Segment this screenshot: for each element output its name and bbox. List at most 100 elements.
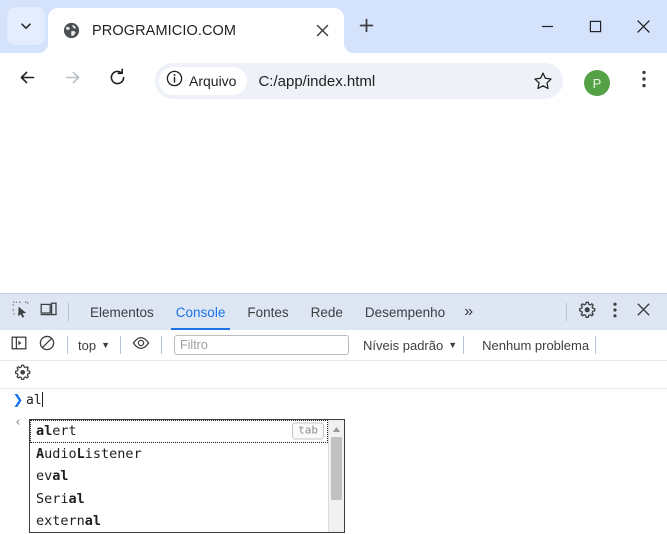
- scrollbar-thumb[interactable]: [331, 437, 342, 500]
- devtools-tab-desempenho[interactable]: Desempenho: [354, 294, 456, 330]
- tab-strip: PROGRAMICIO.COM: [0, 0, 667, 53]
- console-filter-input[interactable]: [174, 335, 349, 355]
- console-sidebar-toggle[interactable]: [5, 331, 33, 359]
- clear-console-button[interactable]: [33, 331, 61, 359]
- autocomplete-item[interactable]: alert tab: [30, 420, 328, 443]
- browser-menu-button[interactable]: [628, 65, 660, 97]
- item-text: eval: [36, 468, 69, 485]
- reload-button[interactable]: [99, 62, 135, 98]
- prompt-value: al: [26, 393, 42, 408]
- tab-hint-badge: tab: [292, 422, 324, 440]
- divider: [161, 336, 162, 354]
- bookmark-star-icon[interactable]: [529, 67, 557, 95]
- devtools-header: Elementos Console Fontes Rede Desempenho…: [0, 294, 667, 330]
- autocomplete-item[interactable]: AudioListener: [30, 443, 328, 466]
- prompt-arrow-icon: ❯: [12, 392, 24, 408]
- levels-label: Níveis padrão: [363, 337, 444, 353]
- tab-label: Console: [175, 304, 226, 320]
- back-button[interactable]: [9, 62, 45, 98]
- url-text[interactable]: C:/app/index.html: [258, 73, 529, 90]
- clear-console-icon: [39, 335, 55, 356]
- issues-label: Nenhum problema: [482, 337, 590, 353]
- window-controls: [523, 0, 667, 53]
- autocomplete-list: alert tab AudioListener eval Serial exte…: [30, 420, 328, 532]
- text-caret: [41, 392, 43, 407]
- tab-title: PROGRAMICIO.COM: [92, 22, 237, 39]
- device-toolbar-button[interactable]: [34, 298, 62, 326]
- tab-label: Rede: [310, 304, 343, 320]
- devtools-tab-fontes[interactable]: Fontes: [236, 294, 299, 330]
- live-expression-icon: [132, 334, 150, 357]
- console-settings-button[interactable]: [8, 361, 36, 389]
- tab-notch-right: [344, 43, 354, 53]
- browser-toolbar: Arquivo C:/app/index.html P: [0, 53, 667, 107]
- devtools-tab-elementos[interactable]: Elementos: [79, 294, 165, 330]
- new-tab-button[interactable]: [350, 12, 382, 44]
- close-window-button[interactable]: [619, 5, 667, 49]
- tab-label: Fontes: [247, 304, 289, 320]
- item-text: alert: [36, 423, 77, 440]
- tab-label: Elementos: [90, 304, 154, 320]
- chevron-down-icon: [19, 19, 33, 33]
- plus-icon: [359, 18, 374, 38]
- item-text: Serial: [36, 490, 85, 507]
- divider: [67, 336, 68, 354]
- console-prompt-row[interactable]: ❯ al: [0, 389, 667, 411]
- divider: [120, 336, 121, 354]
- devtools-close-button[interactable]: [629, 298, 657, 326]
- device-toolbar-icon: [40, 301, 57, 323]
- browser-window: PROGRAMICIO.COM Arquivo C:/app/index.htm…: [0, 0, 667, 534]
- autocomplete-item[interactable]: Serial: [30, 488, 328, 511]
- gear-icon: [578, 301, 596, 324]
- address-bar[interactable]: Arquivo C:/app/index.html: [155, 63, 563, 99]
- console-body[interactable]: ❯ al ‹ alert tab AudioListener eval Seri…: [0, 389, 667, 533]
- console-issues-status[interactable]: Nenhum problema: [482, 338, 589, 353]
- maximize-button[interactable]: [571, 5, 619, 49]
- devtools-panel: Elementos Console Fontes Rede Desempenho…: [0, 293, 667, 534]
- site-info-label: Arquivo: [189, 73, 237, 89]
- chevron-down-icon: ▼: [101, 340, 110, 350]
- item-text: external: [36, 513, 102, 530]
- close-icon: [636, 302, 651, 322]
- autocomplete-item[interactable]: external: [30, 510, 328, 532]
- site-info-chip[interactable]: Arquivo: [159, 67, 248, 95]
- divider: [68, 303, 69, 321]
- console-context-selector[interactable]: top ▼: [74, 338, 114, 353]
- devtools-tab-console[interactable]: Console: [165, 294, 237, 330]
- devtools-settings-button[interactable]: [573, 298, 601, 326]
- item-text: AudioListener: [36, 445, 142, 462]
- more-tabs-button[interactable]: »: [456, 294, 481, 330]
- kebab-menu-icon: [642, 70, 646, 93]
- arrow-left-icon: [18, 68, 37, 92]
- divider: [463, 336, 465, 354]
- chevron-double-right-icon: »: [464, 303, 474, 320]
- minimize-button[interactable]: [523, 5, 571, 49]
- console-log-levels-dropdown[interactable]: Níveis padrão ▼: [363, 338, 457, 353]
- scroll-up-button[interactable]: [329, 420, 344, 435]
- devtools-overflow-button[interactable]: [601, 298, 629, 326]
- devtools-tabs: Elementos Console Fontes Rede Desempenho…: [79, 294, 481, 330]
- info-circle-icon: [166, 70, 183, 92]
- console-settings-row: [0, 361, 667, 389]
- tab-search-button[interactable]: [7, 7, 45, 45]
- devtools-tab-rede[interactable]: Rede: [300, 294, 354, 330]
- context-label: top: [78, 337, 97, 353]
- profile-avatar[interactable]: P: [584, 70, 610, 96]
- divider: [566, 303, 567, 321]
- tab-close-button[interactable]: [310, 19, 334, 43]
- live-expression-button[interactable]: [127, 331, 155, 359]
- browser-tab[interactable]: PROGRAMICIO.COM: [48, 8, 344, 53]
- divider: [595, 336, 597, 354]
- console-autocomplete-popup[interactable]: alert tab AudioListener eval Serial exte…: [29, 419, 345, 533]
- console-sidebar-icon: [11, 335, 27, 356]
- inspect-element-button[interactable]: [6, 298, 34, 326]
- tab-notch-left: [38, 43, 48, 53]
- console-prompt-input[interactable]: al: [26, 392, 43, 408]
- page-viewport: [0, 107, 667, 293]
- forward-button[interactable]: [54, 62, 90, 98]
- inspect-element-icon: [12, 301, 29, 323]
- globe-icon: [62, 22, 80, 40]
- avatar-letter: P: [592, 75, 602, 91]
- autocomplete-item[interactable]: eval: [30, 465, 328, 488]
- autocomplete-scrollbar[interactable]: [328, 420, 344, 532]
